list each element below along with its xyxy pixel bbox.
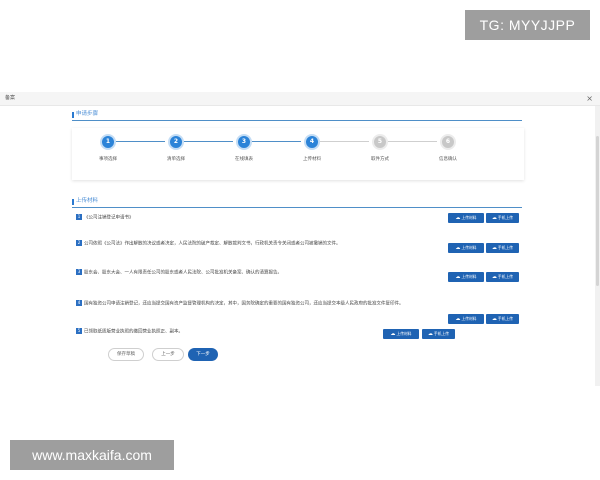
document-number: 4 bbox=[76, 300, 82, 306]
document-label: 《公司注销登记申请书》 bbox=[84, 215, 134, 221]
section-divider bbox=[72, 120, 522, 121]
cloud-upload-icon: ☁ bbox=[427, 331, 433, 337]
cloud-upload-icon: ☁ bbox=[491, 316, 497, 322]
document-text: 1 《公司注销登记申请书》 bbox=[76, 214, 134, 223]
upload-button[interactable]: ☁上传材料 bbox=[448, 272, 484, 282]
scrollbar[interactable] bbox=[595, 106, 600, 386]
step-6: 6 信息确认 bbox=[418, 134, 478, 174]
phone-upload-button[interactable]: ☁手机上传 bbox=[486, 314, 519, 324]
step-label: 取件方式 bbox=[371, 157, 389, 162]
step-number: 1 bbox=[100, 134, 116, 150]
phone-upload-button[interactable]: ☁手机上传 bbox=[486, 213, 519, 223]
window-title: 备案 bbox=[5, 95, 16, 101]
cloud-upload-icon: ☁ bbox=[491, 215, 497, 221]
step-2: 2 清单选择 bbox=[146, 134, 206, 174]
step-number: 6 bbox=[440, 134, 456, 150]
close-icon[interactable]: × bbox=[586, 93, 593, 104]
step-1: 1 事项选择 bbox=[78, 134, 138, 174]
document-text: 5 已领取纸质版营业执照的缴回营业执照正、副本。 bbox=[76, 328, 183, 337]
phone-upload-button[interactable]: ☁手机上传 bbox=[486, 272, 519, 282]
document-row: 1 《公司注销登记申请书》 ☁上传材料 ☁手机上传 bbox=[72, 211, 524, 225]
step-number: 2 bbox=[168, 134, 184, 150]
cloud-upload-icon: ☁ bbox=[491, 274, 497, 280]
phone-upload-button[interactable]: ☁手机上传 bbox=[422, 329, 455, 339]
cloud-upload-icon: ☁ bbox=[455, 274, 461, 280]
step-4: 4 上传材料 bbox=[282, 134, 342, 174]
document-label: 国有独资公司申请注销登记，还应当提交国有资产监督管理机构的决定，其中，国务院确定… bbox=[84, 301, 404, 307]
upload-button[interactable]: ☁上传材料 bbox=[448, 213, 484, 223]
cloud-upload-icon: ☁ bbox=[455, 245, 461, 251]
step-number: 5 bbox=[372, 134, 388, 150]
next-step-button[interactable]: 下一步 bbox=[188, 348, 218, 361]
cloud-upload-icon: ☁ bbox=[491, 245, 497, 251]
step-label: 事项选择 bbox=[99, 157, 117, 162]
document-row: 3 股东会、股东大会、一人有限责任公司的股东或者人民法院、公司批准机关备案、确认的… bbox=[72, 268, 524, 282]
dialog-window: 备案 × 申请步骤 1 事项选择 2 清单选择 3 在线填表 4 上传材料 5 … bbox=[0, 92, 600, 386]
document-row: 4 国有独资公司申请注销登记，还应当提交国有资产监督管理机构的决定，其中，国务院确… bbox=[72, 300, 524, 324]
form-content: 申请步骤 1 事项选择 2 清单选择 3 在线填表 4 上传材料 5 取件方式 … bbox=[72, 106, 524, 382]
step-3: 3 在线填表 bbox=[214, 134, 274, 174]
window-title-bar: 备案 × bbox=[0, 92, 600, 106]
document-row: 5 已领取纸质版营业执照的缴回营业执照正、副本。 ☁上传材料 ☁手机上传 bbox=[72, 327, 524, 341]
document-number: 1 bbox=[76, 214, 82, 220]
step-label: 清单选择 bbox=[167, 157, 185, 162]
document-row: 2 公司依照《公司法》作出解散的决议或者决定，人民法院的破产裁定、解散裁判文书，行… bbox=[72, 239, 524, 253]
phone-upload-button[interactable]: ☁手机上传 bbox=[486, 243, 519, 253]
cloud-upload-icon: ☁ bbox=[455, 316, 461, 322]
upload-button[interactable]: ☁上传材料 bbox=[448, 314, 484, 324]
document-label: 已领取纸质版营业执照的缴回营业执照正、副本。 bbox=[84, 329, 183, 335]
document-text: 2 公司依照《公司法》作出解散的决议或者决定，人民法院的破产裁定、解散裁判文书，行… bbox=[76, 240, 341, 249]
scrollbar-thumb[interactable] bbox=[596, 136, 599, 286]
cloud-upload-icon: ☁ bbox=[455, 215, 461, 221]
step-number: 3 bbox=[236, 134, 252, 150]
step-label: 信息确认 bbox=[439, 157, 457, 162]
document-number: 3 bbox=[76, 269, 82, 275]
step-label: 上传材料 bbox=[303, 157, 321, 162]
upload-button[interactable]: ☁上传材料 bbox=[448, 243, 484, 253]
document-text: 3 股东会、股东大会、一人有限责任公司的股东或者人民法院、公司批准机关备案、确认的… bbox=[76, 269, 282, 278]
watermark-bottom-left: www.maxkaifa.com bbox=[10, 440, 174, 470]
section-divider bbox=[72, 207, 522, 208]
watermark-top-right: TG: MYYJJPP bbox=[465, 10, 590, 40]
upload-button[interactable]: ☁上传材料 bbox=[383, 329, 419, 339]
cloud-upload-icon: ☁ bbox=[390, 331, 396, 337]
section-title-upload: 上传材料 bbox=[72, 197, 98, 206]
step-label: 在线填表 bbox=[235, 157, 253, 162]
prev-step-button[interactable]: 上一步 bbox=[152, 348, 184, 361]
document-label: 公司依照《公司法》作出解散的决议或者决定，人民法院的破产裁定、解散裁判文书，行政… bbox=[84, 241, 341, 247]
save-draft-button[interactable]: 保存草稿 bbox=[108, 348, 144, 361]
document-text: 4 国有独资公司申请注销登记，还应当提交国有资产监督管理机构的决定，其中，国务院确… bbox=[76, 300, 404, 309]
document-label: 股东会、股东大会、一人有限责任公司的股东或者人民法院、公司批准机关备案、确认的清… bbox=[84, 270, 282, 276]
section-title-steps: 申请步骤 bbox=[72, 110, 98, 119]
step-number: 4 bbox=[304, 134, 320, 150]
document-number: 2 bbox=[76, 240, 82, 246]
step-5: 5 取件方式 bbox=[350, 134, 410, 174]
document-number: 5 bbox=[76, 328, 82, 334]
steps-progress: 1 事项选择 2 清单选择 3 在线填表 4 上传材料 5 取件方式 6 信息确… bbox=[72, 128, 524, 180]
